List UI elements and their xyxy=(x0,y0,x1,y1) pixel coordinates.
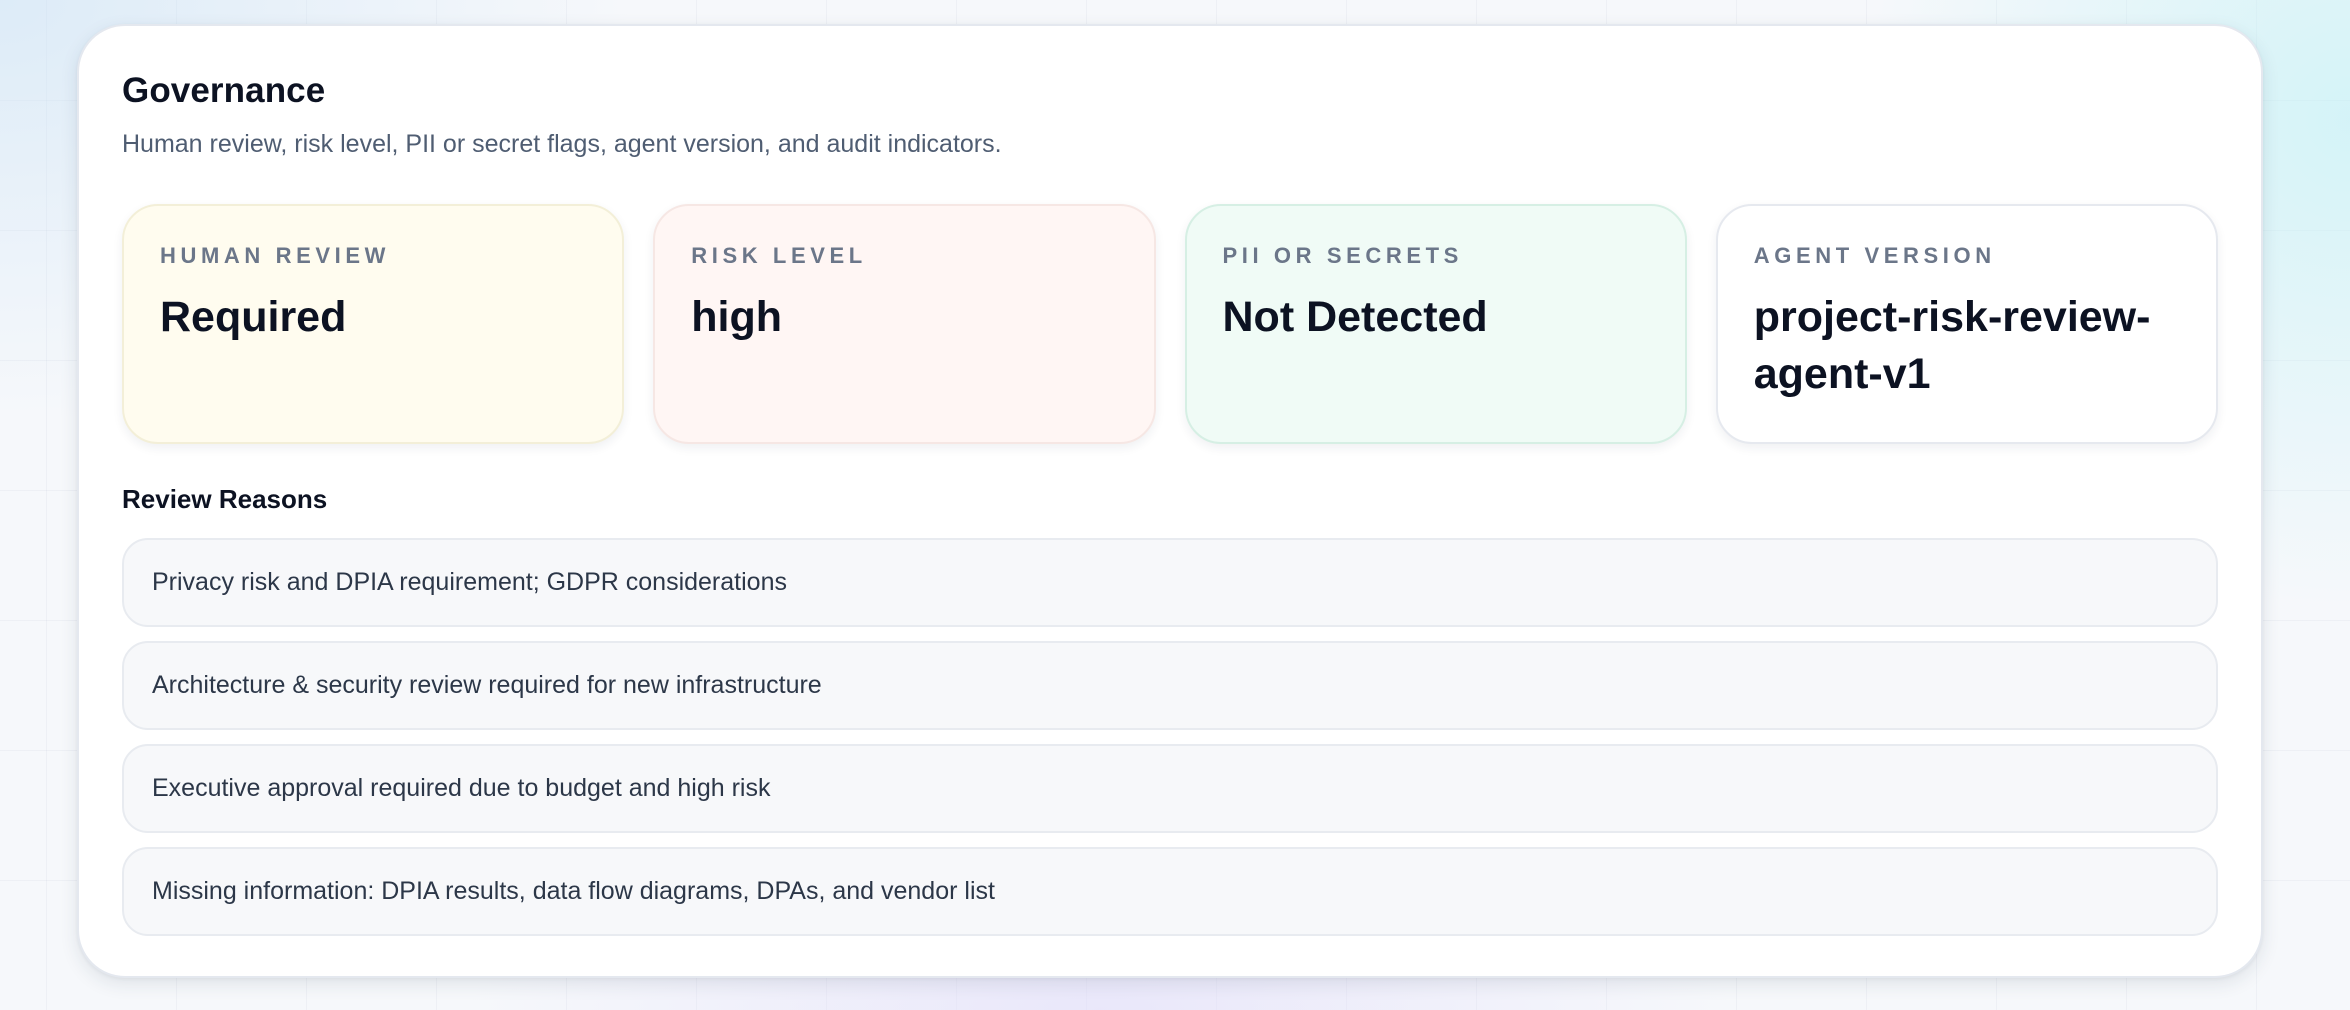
review-reason-item: Privacy risk and DPIA requirement; GDPR … xyxy=(122,538,2218,627)
review-reason-item: Architecture & security review required … xyxy=(122,641,2218,730)
review-reasons-title: Review Reasons xyxy=(122,484,328,514)
pii-secrets-value: Not Detected xyxy=(1222,293,1488,341)
risk-level-value: high xyxy=(691,293,782,341)
review-reason-item: Executive approval required due to budge… xyxy=(122,744,2218,833)
human-review-value: Required xyxy=(160,293,347,341)
pii-secrets-card: PII OR SECRETS Not Detected xyxy=(1184,204,1687,444)
agent-version-value: project-risk-review-agent-v1 xyxy=(1753,293,2151,398)
governance-panel: Governance Human review, risk level, PII… xyxy=(77,24,2263,978)
agent-version-label: AGENT VERSION xyxy=(1753,243,1996,268)
risk-level-card: RISK LEVEL high xyxy=(653,204,1156,444)
page-subtitle: Human review, risk level, PII or secret … xyxy=(122,130,1002,158)
risk-level-label: RISK LEVEL xyxy=(691,243,867,268)
page-title: Governance xyxy=(122,71,326,110)
review-reason-item: Missing information: DPIA results, data … xyxy=(122,847,2218,936)
human-review-card: HUMAN REVIEW Required xyxy=(122,204,625,444)
review-reasons-list: Privacy risk and DPIA requirement; GDPR … xyxy=(122,538,2218,936)
pii-secrets-label: PII OR SECRETS xyxy=(1222,243,1463,268)
agent-version-card: AGENT VERSION project-risk-review-agent-… xyxy=(1715,204,2218,444)
governance-cards: HUMAN REVIEW Required RISK LEVEL high PI… xyxy=(122,204,2218,444)
human-review-label: HUMAN REVIEW xyxy=(160,243,390,268)
